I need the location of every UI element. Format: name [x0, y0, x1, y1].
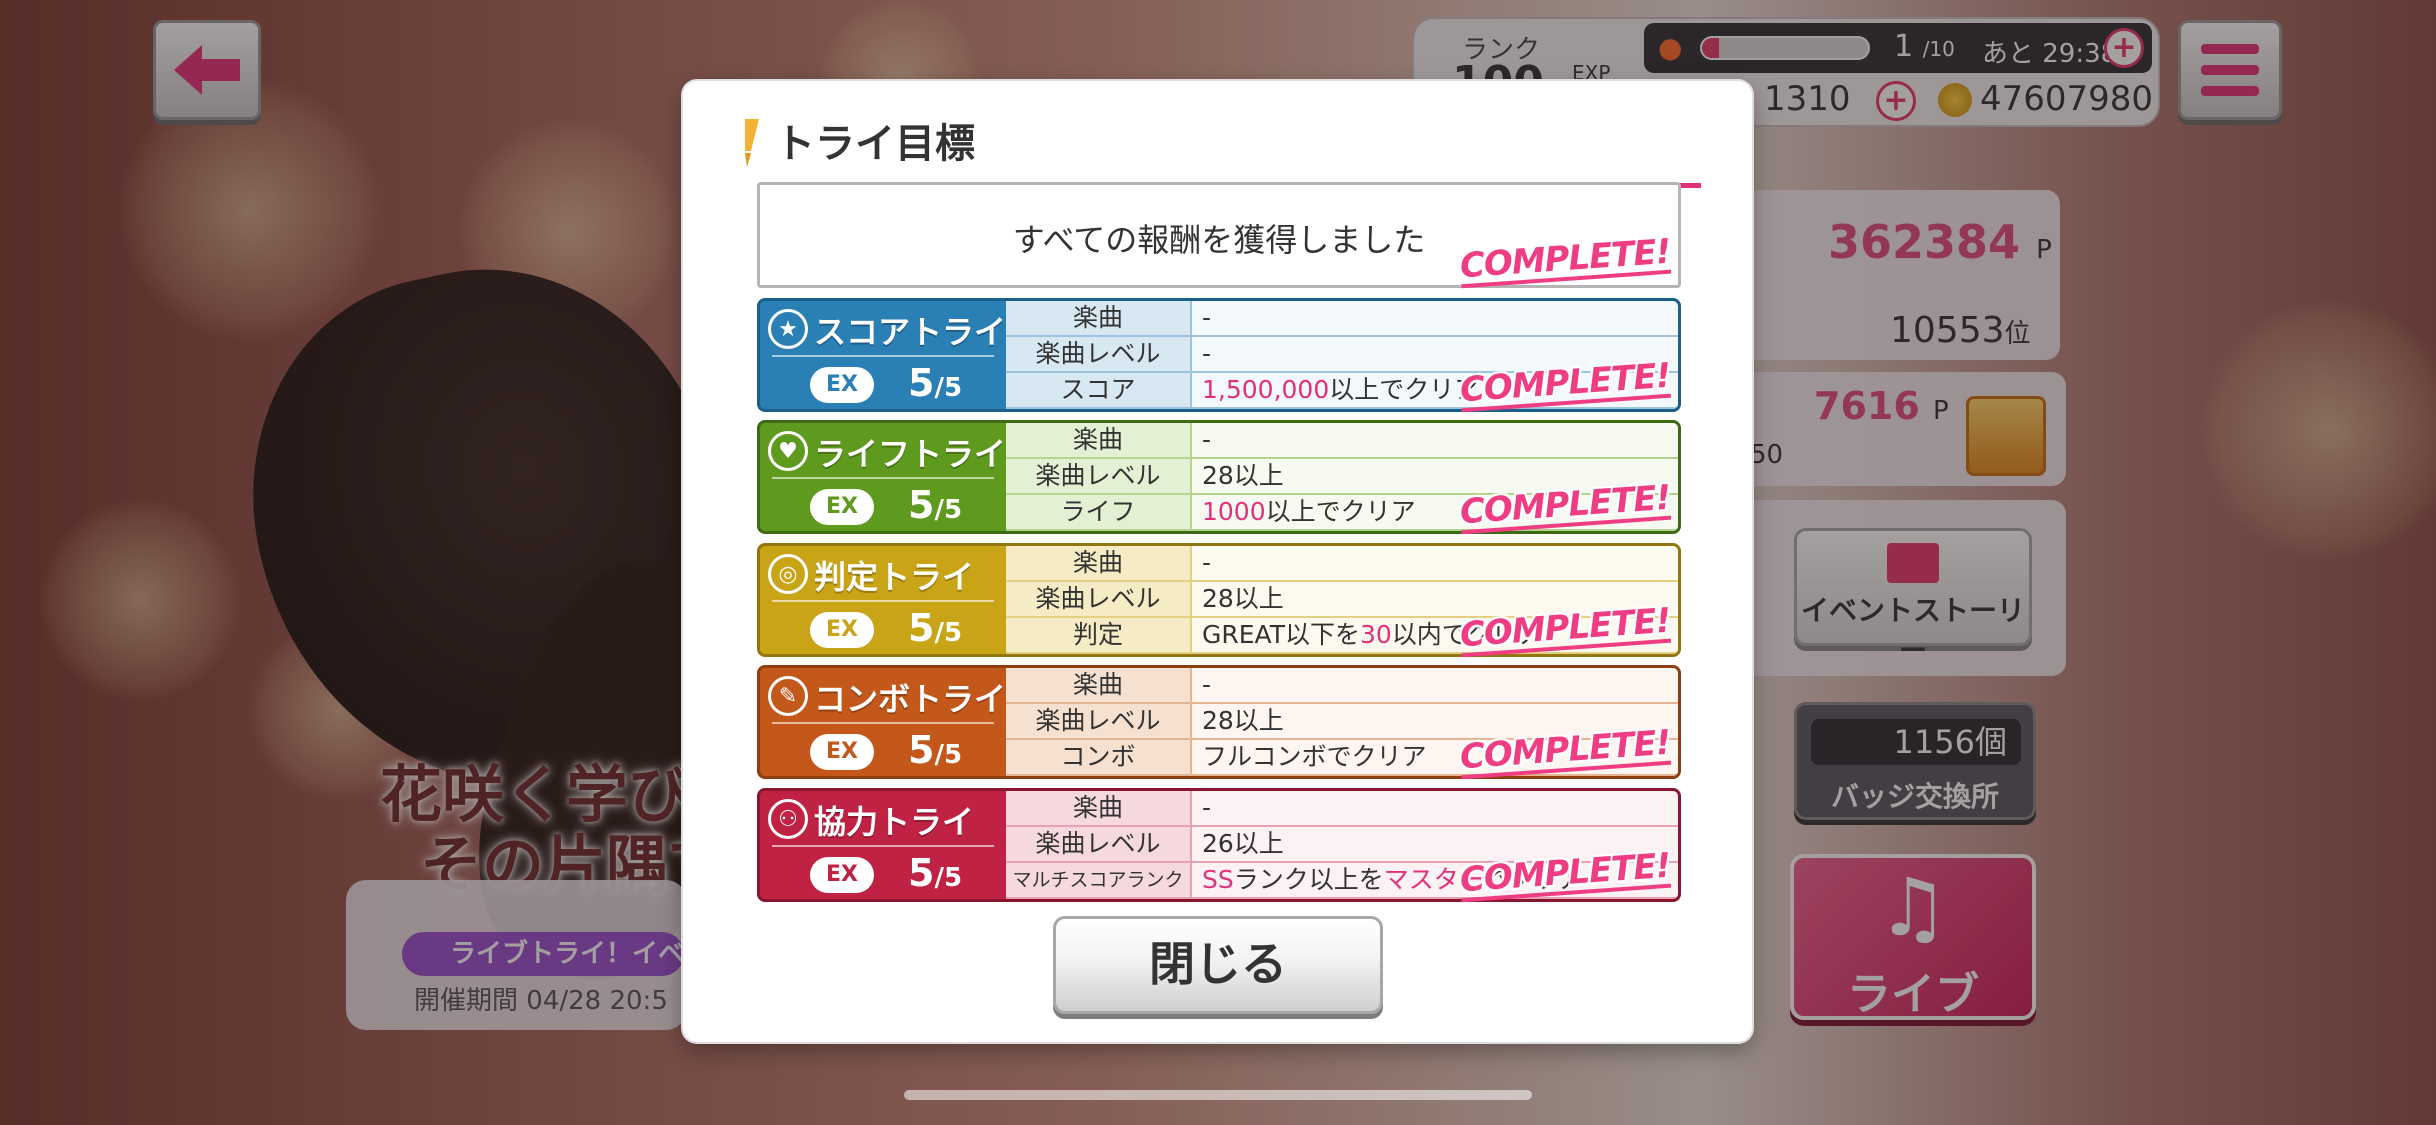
- condition-label: 楽曲レベル: [1006, 337, 1192, 371]
- divider: [772, 722, 994, 724]
- try-summary: ◎ 判定トライ EX 5/5: [760, 546, 1006, 654]
- home-indicator[interactable]: [904, 1090, 1532, 1100]
- dialog-header: トライ目標: [737, 107, 1701, 188]
- difficulty-badge: EX: [810, 857, 874, 893]
- divider: [772, 845, 994, 847]
- close-button[interactable]: 閉じる: [1053, 916, 1383, 1014]
- condition-value: -: [1202, 425, 1212, 454]
- try-name: 協力トライ: [814, 803, 975, 841]
- condition-label: 楽曲レベル: [1006, 459, 1192, 493]
- try-condition-row: 楽曲 -: [1006, 791, 1678, 827]
- try-card: ◎ 判定トライ EX 5/5 楽曲 - 楽曲レベル 28以上 判定 GREAT以…: [757, 543, 1681, 658]
- condition-label: ライフ: [1006, 495, 1192, 529]
- condition-value: -: [1202, 670, 1212, 699]
- people-icon: ⚇: [768, 799, 808, 839]
- try-name: コンボトライ: [814, 680, 1007, 718]
- divider: [772, 477, 994, 479]
- condition-label: 楽曲: [1006, 546, 1192, 580]
- condition-value: -: [1202, 548, 1212, 577]
- try-condition-row: 楽曲 -: [1006, 423, 1678, 459]
- condition-label: コンボ: [1006, 740, 1192, 774]
- try-progress: 5/5: [908, 606, 963, 650]
- difficulty-badge: EX: [810, 367, 874, 403]
- try-name: スコアトライ: [814, 313, 1007, 351]
- condition-label: 楽曲レベル: [1006, 582, 1192, 616]
- condition-label: 楽曲: [1006, 301, 1192, 335]
- try-summary: ✎ コンボトライ EX 5/5: [760, 668, 1006, 776]
- difficulty-badge: EX: [810, 489, 874, 525]
- condition-value: -: [1202, 303, 1212, 332]
- try-card: ✎ コンボトライ EX 5/5 楽曲 - 楽曲レベル 28以上 コンボ フルコン…: [757, 665, 1681, 780]
- divider: [772, 600, 994, 602]
- try-summary: ★ スコアトライ EX 5/5: [760, 301, 1006, 409]
- dialog-title: トライ目標: [775, 121, 975, 167]
- pen-icon: [745, 119, 759, 167]
- try-progress: 5/5: [908, 728, 963, 772]
- try-condition-row: 楽曲 -: [1006, 546, 1678, 582]
- difficulty-badge: EX: [810, 734, 874, 770]
- try-goals-dialog: トライ目標 すべての報酬を獲得しました COMPLETE! ★ スコアトライ E…: [683, 81, 1752, 1042]
- try-card: ⚇ 協力トライ EX 5/5 楽曲 - 楽曲レベル 26以上 マルチスコアランク…: [757, 788, 1681, 903]
- target-icon: ◎: [768, 554, 808, 594]
- all-rewards-box: すべての報酬を獲得しました COMPLETE!: [757, 182, 1681, 289]
- star-icon: ★: [768, 309, 808, 349]
- try-card: ♥ ライフトライ EX 5/5 楽曲 - 楽曲レベル 28以上 ライフ 1000…: [757, 420, 1681, 535]
- try-condition-row: 楽曲 -: [1006, 301, 1678, 337]
- divider: [772, 355, 994, 357]
- heart-icon: ♥: [768, 431, 808, 471]
- condition-label: 楽曲: [1006, 668, 1192, 702]
- try-summary: ♥ ライフトライ EX 5/5: [760, 423, 1006, 531]
- condition-label: 判定: [1006, 618, 1192, 652]
- condition-label: スコア: [1006, 373, 1192, 407]
- try-summary: ⚇ 協力トライ EX 5/5: [760, 791, 1006, 899]
- try-name: 判定トライ: [814, 558, 975, 596]
- try-progress: 5/5: [908, 361, 963, 405]
- condition-value: -: [1202, 793, 1212, 822]
- condition-label: 楽曲レベル: [1006, 827, 1192, 861]
- try-progress: 5/5: [908, 851, 963, 895]
- try-name: ライフトライ: [814, 435, 1007, 473]
- condition-label: マルチスコアランク: [1006, 863, 1192, 897]
- try-condition-row: 楽曲 -: [1006, 668, 1678, 704]
- difficulty-badge: EX: [810, 612, 874, 648]
- condition-label: 楽曲レベル: [1006, 704, 1192, 738]
- try-card: ★ スコアトライ EX 5/5 楽曲 - 楽曲レベル - スコア 1,500,0…: [757, 298, 1681, 413]
- condition-label: 楽曲: [1006, 791, 1192, 825]
- condition-label: 楽曲: [1006, 423, 1192, 457]
- try-progress: 5/5: [908, 483, 963, 527]
- pen-icon: ✎: [768, 676, 808, 716]
